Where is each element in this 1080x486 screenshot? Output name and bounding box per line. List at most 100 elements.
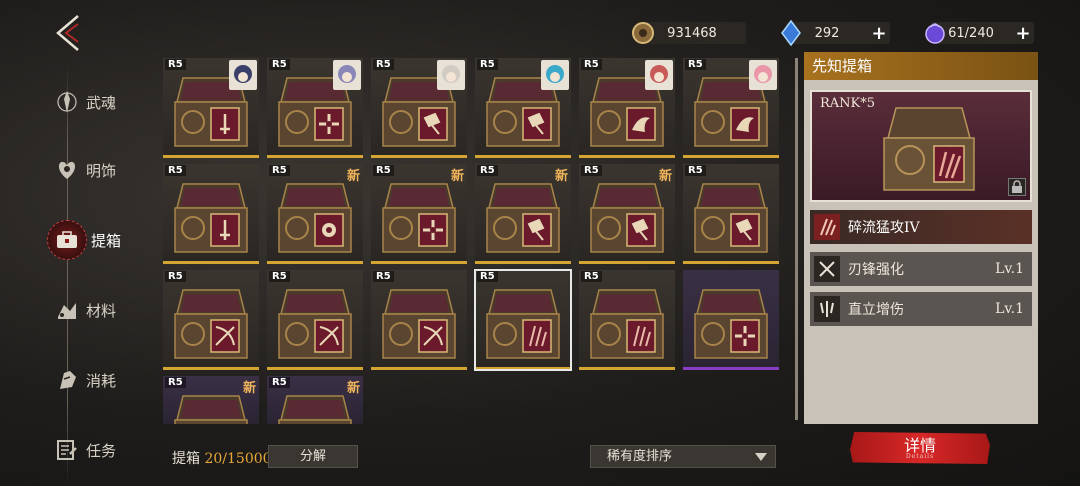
rank-badge: R5 [581, 271, 602, 282]
case-count-current: 20 [204, 451, 223, 467]
sidebar-item-materials[interactable]: 材料 [40, 288, 150, 332]
rank-badge: R5 [477, 165, 498, 176]
details-button-sublabel: Details [905, 453, 935, 460]
crystal-resource: 292 + [781, 19, 890, 47]
rank-badge: R5 [269, 165, 290, 176]
chest-image [590, 183, 664, 253]
case-item[interactable]: R5 [371, 58, 467, 158]
new-badge: 新 [346, 381, 360, 396]
main-skill-row[interactable]: 碎流猛攻IV [810, 210, 1032, 244]
rank-badge: R5 [373, 165, 394, 176]
rank-badge: R5 [165, 377, 186, 388]
case-item[interactable]: R5 新 [267, 376, 363, 424]
case-item[interactable] [683, 270, 779, 370]
task-icon [52, 435, 82, 465]
chest-image [486, 183, 560, 253]
sidebar-item-tasks[interactable]: 任务 [40, 428, 150, 472]
sub-skill-row[interactable]: 刃锋强化 Lv.1 [810, 252, 1032, 286]
case-item[interactable]: R5 [579, 58, 675, 158]
rank-badge: R5 [477, 59, 498, 70]
gold-resource: 931468 [632, 22, 746, 44]
chest-image [486, 289, 560, 359]
sidebar-item-consumables[interactable]: 消耗 [40, 358, 150, 402]
rank-badge: R5 [165, 165, 186, 176]
new-badge: 新 [450, 169, 464, 184]
coin-icon [632, 22, 654, 44]
stamina-add-button[interactable]: + [1012, 23, 1034, 44]
case-item[interactable]: R5 新 [371, 164, 467, 264]
case-item[interactable]: R5 [163, 270, 259, 370]
consumable-icon [52, 365, 82, 395]
sidebar-item-spirit[interactable]: 武魂 [40, 80, 150, 124]
blades-icon [814, 256, 840, 282]
chest-image [278, 183, 352, 253]
character-portrait [749, 60, 777, 90]
sidebar-item-label: 明饰 [86, 161, 117, 180]
sub-skill-name: 刃锋强化 [848, 262, 904, 278]
chest-image [883, 107, 975, 191]
case-item[interactable]: R5 [371, 270, 467, 370]
chest-image [382, 183, 456, 253]
new-badge: 新 [554, 169, 568, 184]
case-item[interactable]: R5 [267, 58, 363, 158]
case-preview: RANK*5 [810, 90, 1032, 202]
stamina-resource: 61/240 + [925, 22, 1034, 44]
chest-image [382, 289, 456, 359]
case-item[interactable]: R5 [579, 270, 675, 370]
heart-emblem-icon [52, 155, 82, 185]
chest-image [278, 289, 352, 359]
sub-skill-row[interactable]: 直立增伤 Lv.1 [810, 292, 1032, 326]
case-item[interactable]: R5 [683, 58, 779, 158]
case-item[interactable]: R5 新 [579, 164, 675, 264]
sub-skill-name: 直立增伤 [848, 302, 904, 318]
character-portrait [541, 60, 569, 90]
character-portrait [437, 60, 465, 90]
chest-image [694, 183, 768, 253]
case-count-max: 15000 [227, 451, 272, 467]
sidebar-item-label: 武魂 [86, 93, 117, 112]
rank-badge: R5 [373, 59, 394, 70]
case-item[interactable]: R5 [683, 164, 779, 264]
sidebar-item-label: 提箱 [91, 231, 122, 250]
sidebar-item-case[interactable]: 提箱 [40, 218, 150, 262]
character-portrait [229, 60, 257, 90]
case-detail-panel: 先知提箱 RANK*5 碎流猛攻IV 刃锋强化 Lv.1 直立增伤 Lv.1 [804, 52, 1038, 424]
case-item[interactable]: R5 [474, 269, 572, 371]
chevron-down-icon [755, 453, 767, 461]
lock-icon[interactable] [1008, 178, 1026, 196]
details-button[interactable]: 详情 Details [850, 432, 990, 464]
sort-dropdown[interactable]: 稀有度排序 [590, 445, 776, 468]
sub-skill-level: Lv.1 [995, 301, 1024, 317]
sidebar-item-ornament[interactable]: 明饰 [40, 148, 150, 192]
rank-badge: R5 [165, 59, 186, 70]
case-count-label: 提箱 [172, 451, 205, 467]
rank-badge: R5 [477, 271, 498, 282]
sidebar-item-label: 消耗 [86, 371, 117, 390]
sidebar-item-label: 材料 [86, 301, 117, 320]
case-item[interactable]: R5 [163, 164, 259, 264]
back-arrow-icon [56, 15, 79, 51]
spirit-statue-icon [52, 87, 82, 117]
case-item[interactable]: R5 [163, 58, 259, 158]
case-item[interactable]: R5 新 [267, 164, 363, 264]
materials-icon [52, 295, 82, 325]
chest-image [278, 395, 352, 424]
case-item[interactable]: R5 [267, 270, 363, 370]
case-item[interactable]: R5 [475, 58, 571, 158]
case-item[interactable]: R5 新 [475, 164, 571, 264]
sidebar-line [67, 64, 68, 484]
crystal-add-button[interactable]: + [868, 23, 890, 44]
chest-image [174, 395, 248, 424]
trident-icon [814, 296, 840, 322]
sidebar-item-label: 任务 [86, 441, 117, 460]
new-badge: 新 [346, 169, 360, 184]
case-item[interactable]: R5 新 [163, 376, 259, 424]
chest-image [174, 289, 248, 359]
blue-crystal-icon [781, 19, 801, 47]
back-button[interactable] [52, 14, 84, 52]
panel-title: 先知提箱 [804, 52, 1038, 80]
claw-slash-icon [814, 214, 840, 240]
rank-badge: R5 [165, 271, 186, 282]
decompose-button[interactable]: 分解 [268, 445, 358, 468]
sort-dropdown-label: 稀有度排序 [607, 449, 673, 464]
